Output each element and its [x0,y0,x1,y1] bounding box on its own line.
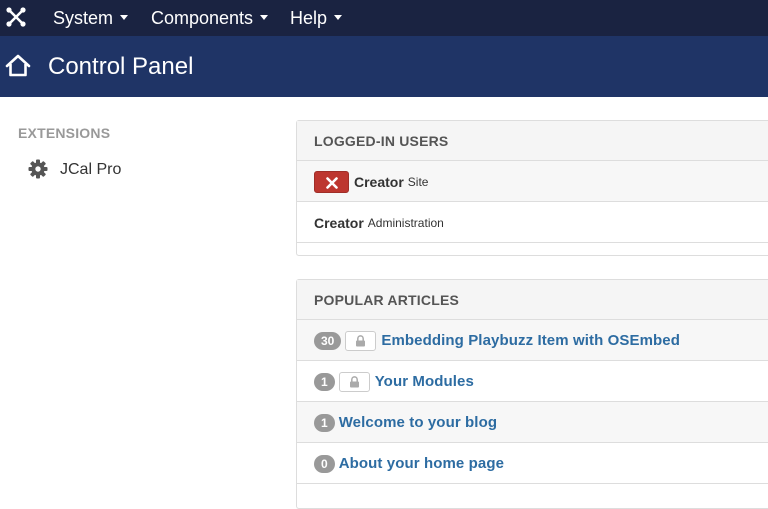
hits-badge: 30 [314,331,342,350]
menu-components-label: Components [151,8,254,28]
menu-help[interactable]: Help [290,0,343,36]
caret-down-icon [120,14,129,20]
hits-badge: 0 [314,454,335,473]
checked-out-lock-button[interactable] [345,330,377,351]
article-row: 1 Welcome to your blog [297,402,768,443]
lock-icon [349,375,359,387]
caret-down-icon [334,14,343,20]
user-name: Creator [314,214,364,231]
gear-icon [28,159,48,179]
joomla-logo-icon[interactable] [5,6,27,28]
hits-badge: 1 [314,372,335,391]
sidebar-item-label: JCal Pro [60,161,122,178]
user-row: Creator Administration [297,202,768,243]
logged-in-users-panel: LOGGED-IN USERS Creator Site Creator Adm… [296,120,768,256]
home-icon [5,54,31,77]
panel-title: LOGGED-IN USERS [297,121,768,161]
checked-out-lock-button[interactable] [338,371,370,392]
article-row: 0 About your home page [297,443,768,484]
caret-down-icon [260,14,269,20]
menu-components[interactable]: Components [151,0,269,36]
top-navbar: System Components Help [0,0,768,36]
article-link[interactable]: About your home page [339,455,504,472]
lock-icon [356,334,366,346]
menu-system[interactable]: System [53,0,129,36]
user-row: Creator Site [297,161,768,202]
logout-user-button[interactable] [314,170,349,193]
user-location: Administration [367,215,444,230]
article-row: 30 Embedding Playbuzz Item with OSEmbed [297,320,768,361]
user-location: Site [407,174,429,189]
panel-title: POPULAR ARTICLES [297,280,768,320]
menu-system-label: System [53,8,114,28]
popular-articles-panel: POPULAR ARTICLES 30 Embedding Playbuzz I… [296,279,768,509]
article-link[interactable]: Welcome to your blog [339,414,497,431]
article-row: 1 Your Modules [297,361,768,402]
hits-badge: 1 [314,413,335,432]
article-link[interactable]: Your Modules [375,373,474,390]
sidebar-heading: EXTENSIONS [18,125,111,141]
menu-help-label: Help [290,8,328,28]
page-title: Control Panel [48,53,194,80]
user-name: Creator [354,173,404,190]
article-link[interactable]: Embedding Playbuzz Item with OSEmbed [381,332,680,349]
close-icon [326,176,338,189]
